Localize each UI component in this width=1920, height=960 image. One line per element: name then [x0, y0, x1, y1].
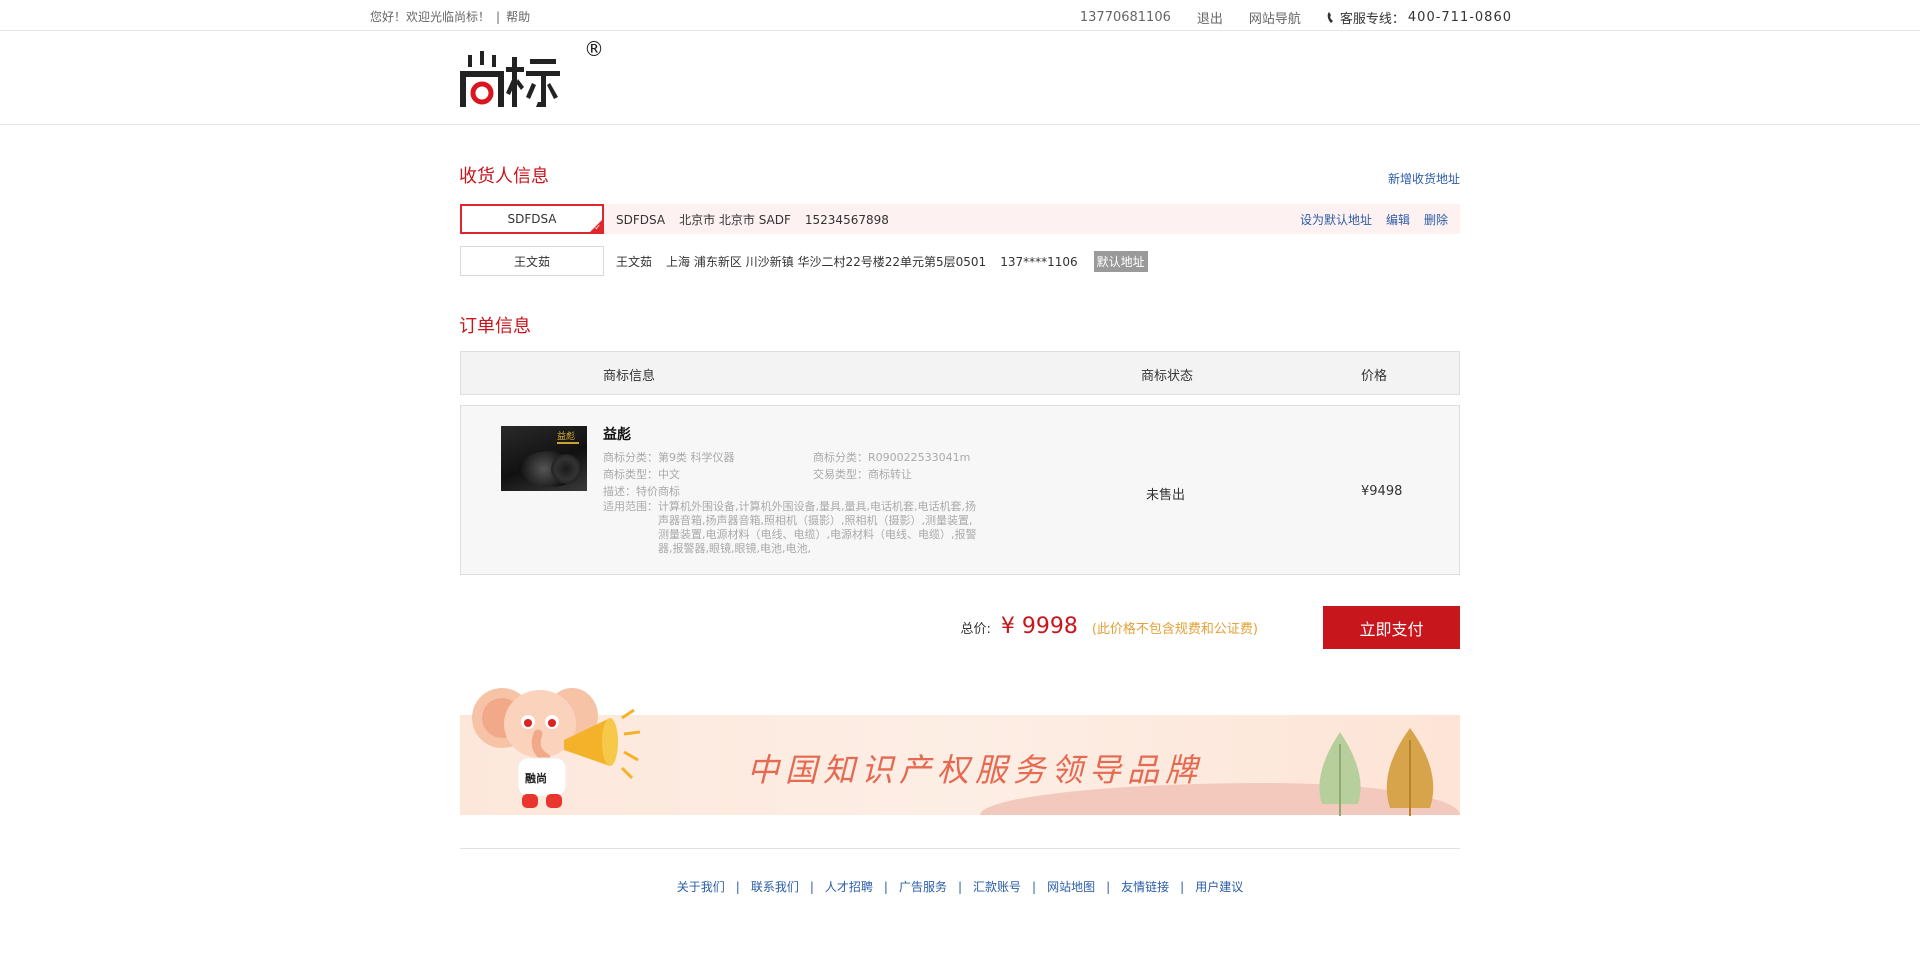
address-name: 王文茹 — [513, 254, 550, 269]
trademark-reg-no: 商标分类：R090022533041m — [813, 449, 970, 465]
trademark-description: 描述：特价商标 — [603, 483, 680, 499]
camera-lens-graphic — [551, 454, 581, 484]
address-region: 北京市 北京市 SADF — [679, 212, 791, 227]
help-link[interactable]: 帮助 — [506, 10, 530, 24]
logout-link[interactable]: 退出 — [1197, 8, 1223, 27]
footer-link-about[interactable]: 关于我们 — [677, 880, 725, 894]
meta-value: R090022533041m — [868, 451, 971, 464]
footer-link-sitemap[interactable]: 网站地图 — [1047, 880, 1095, 894]
default-address-badge: 默认地址 — [1093, 250, 1148, 272]
trademark-scope: 适用范围： 计算机外围设备,计算机外围设备,量具,量具,电话机套,电话机套,扬声… — [603, 500, 977, 556]
tree-decoration-icon — [1319, 728, 1434, 816]
address-phone: 137****1106 — [1000, 254, 1078, 269]
check-icon: ✓ — [594, 223, 601, 232]
footer-separator: | — [735, 880, 740, 894]
trade-type: 交易类型：商标转让 — [813, 466, 912, 482]
meta-label: 商标类型： — [603, 468, 658, 481]
footer-separator: | — [1106, 880, 1111, 894]
set-default-link[interactable]: 设为默认地址 — [1300, 211, 1372, 228]
price-note: (此价格不包含规费和公证费) — [1091, 622, 1258, 637]
edit-link[interactable]: 编辑 — [1386, 211, 1410, 228]
meta-label: 描述： — [603, 485, 636, 498]
account-phone-link[interactable]: 13770681106 — [1080, 10, 1171, 25]
address-recipient: SDFDSA — [616, 212, 666, 227]
delete-link[interactable]: 删除 — [1424, 211, 1448, 228]
trademark-image-text: 益彪 — [556, 432, 575, 442]
meta-label: 交易类型： — [813, 468, 868, 481]
welcome-text: 您好！欢迎光临尚标！ — [370, 10, 491, 24]
footer-separator: | — [1032, 880, 1037, 894]
new-address-link[interactable]: 新增收货地址 — [1388, 170, 1460, 187]
mascot-shirt-text: 融尚 — [525, 772, 547, 785]
address-row[interactable]: 王文茹 王文茹 上海 浦东新区 川沙新镇 华沙二村22号楼22单元第5层0501 1… — [460, 246, 1460, 276]
consignee-title: 收货人信息 — [459, 166, 549, 187]
order-title: 订单信息 — [459, 316, 531, 337]
separator: | — [496, 10, 501, 24]
meta-value: 中文 — [658, 468, 680, 481]
address-region: 上海 浦东新区 川沙新镇 华沙二村22号楼22单元第5层0501 — [666, 254, 987, 269]
footer-links: 关于我们 | 联系我们 | 人才招聘 | 广告服务 | 汇款账号 | 网站地图 | 友情链接 | 用户建议 — [0, 878, 1920, 895]
meta-value: 第9类 科学仪器 — [658, 451, 735, 464]
address-detail: 王文茹 上海 浦东新区 川沙新镇 华沙二村22号楼22单元第5层0501 137**… — [616, 253, 1092, 270]
footer-link-jobs[interactable]: 人才招聘 — [825, 880, 873, 894]
footer-link-friends[interactable]: 友情链接 — [1121, 880, 1169, 894]
order-table-header: 商标信息 商标状态 价格 — [460, 351, 1460, 395]
address-select-box[interactable]: 王文茹 — [460, 246, 604, 276]
meta-label: 商标分类： — [603, 451, 658, 464]
meta-value: 商标转让 — [868, 468, 912, 481]
footer-link-feedback[interactable]: 用户建议 — [1195, 880, 1243, 894]
footer-separator: | — [957, 880, 963, 894]
brand-logo-mark: ® — [584, 37, 604, 61]
top-bar: 您好！欢迎光临尚标！ | 帮助 13770681106 退出 网站导航 客服专线： 4… — [0, 0, 1920, 31]
trademark-price: ¥9498 — [1361, 484, 1403, 499]
address-name: SDFDSA — [507, 212, 557, 226]
trademark-name[interactable]: 益彪 — [603, 424, 631, 444]
footer-separator: | — [883, 880, 888, 894]
address-phone: 15234567898 — [804, 212, 889, 227]
footer-link-remit[interactable]: 汇款账号 — [973, 880, 1021, 894]
footer-link-contact[interactable]: 联系我们 — [751, 880, 799, 894]
order-item-row: 益彪 益彪 商标分类：第9类 科学仪器 商标分类：R090022533041m … — [460, 405, 1460, 575]
phone-icon — [1327, 12, 1333, 23]
site-nav-link[interactable]: 网站导航 — [1249, 8, 1301, 27]
header: ® — [0, 31, 1920, 125]
column-header: 价格 — [1361, 369, 1388, 384]
elephant-mascot-icon — [472, 688, 641, 808]
trademark-type: 商标类型：中文 — [603, 466, 680, 482]
total-label: 总价: — [960, 622, 991, 637]
footer-divider — [460, 848, 1460, 849]
column-header: 商标状态 — [1141, 369, 1194, 384]
top-bar-right: 13770681106 退出 网站导航 客服专线： 400-711-0860 — [1080, 8, 1512, 27]
total-amount: ¥ 9998 — [1000, 614, 1078, 639]
meta-label: 商标分类： — [813, 451, 868, 464]
address-detail: SDFDSA 北京市 北京市 SADF 15234567898 — [616, 211, 903, 228]
image-decoration — [557, 442, 579, 444]
footer-link-ads[interactable]: 广告服务 — [899, 880, 947, 894]
column-header: 商标信息 — [603, 369, 656, 384]
meta-value: 特价商标 — [636, 485, 680, 498]
top-bar-left: 您好！欢迎光临尚标！ | 帮助 — [370, 8, 530, 25]
trademark-category: 商标分类：第9类 科学仪器 — [603, 449, 735, 465]
pay-now-button[interactable]: 立即支付 — [1323, 606, 1460, 649]
footer-separator: | — [1180, 880, 1185, 894]
footer-separator: | — [809, 880, 814, 894]
address-actions: 设为默认地址 编辑 删除 — [1300, 211, 1448, 228]
trademark-status: 未售出 — [1146, 488, 1186, 503]
address-row[interactable]: SDFDSA ✓ SDFDSA 北京市 北京市 SADF 15234567898 设… — [460, 204, 1460, 234]
order-total: 总价: ¥ 9998 (此价格不包含规费和公证费) — [960, 614, 1258, 639]
address-recipient: 王文茹 — [616, 254, 653, 269]
banner-slogan: 中国知识产权服务领导品牌 — [747, 751, 1204, 789]
hotline-label: 客服专线： — [1339, 12, 1405, 27]
address-select-box[interactable]: SDFDSA ✓ — [460, 204, 604, 234]
trademark-image[interactable]: 益彪 — [501, 426, 587, 491]
hotline: 客服专线： 400-711-0860 — [1327, 8, 1512, 27]
meta-label: 适用范围： — [603, 500, 658, 513]
hotline-number: 400-711-0860 — [1407, 10, 1512, 25]
meta-value: 计算机外围设备,计算机外围设备,量具,量具,电话机套,电话机套,扬声器音箱,扬声… — [658, 500, 977, 555]
